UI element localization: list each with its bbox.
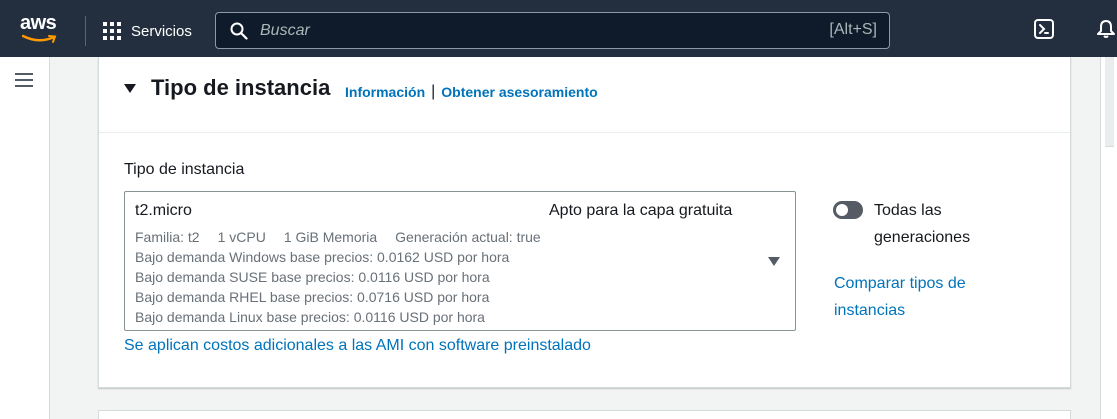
collapse-caret-icon[interactable]	[124, 84, 136, 93]
ami-additional-costs-link[interactable]: Se aplican costos adicionales a las AMI …	[124, 337, 591, 355]
panel-title: Tipo de instancia	[151, 75, 331, 100]
instance-memory: 1 GiB Memoria	[283, 229, 378, 245]
services-menu-button[interactable]: Servicios	[103, 20, 192, 42]
link-separator: |	[431, 83, 436, 100]
header-links: Información | Obtener asesoramiento	[345, 83, 598, 101]
search-shortcut-hint: [Alt+S]	[829, 21, 877, 38]
search-icon	[230, 22, 248, 40]
services-label: Servicios	[131, 22, 192, 40]
side-navigation-strip	[0, 57, 50, 419]
nav-divider	[85, 16, 86, 46]
free-tier-tag: Apto para la capa gratuita	[549, 202, 733, 219]
instance-family: Familia: t2	[135, 229, 200, 245]
all-generations-toggle[interactable]	[833, 201, 863, 219]
search-input[interactable]	[260, 19, 800, 43]
panel-header: Tipo de instancia Información | Obtener …	[99, 57, 1070, 133]
pricing-windows: Bajo demanda Windows base precios: 0.016…	[135, 249, 510, 265]
search-bar[interactable]: [Alt+S]	[215, 12, 890, 49]
pricing-suse: Bajo demanda SUSE base precios: 0.0116 U…	[135, 269, 490, 285]
aws-logo-text: aws	[20, 12, 57, 34]
instance-vcpu: 1 vCPU	[217, 229, 266, 245]
right-panel-strip	[1100, 57, 1117, 419]
instance-specs: Familia: t2 1 vCPU 1 GiB Memoria Generación…	[135, 227, 559, 247]
info-link[interactable]: Información	[345, 84, 425, 100]
instance-type-field-label: Tipo de instancia	[124, 161, 245, 178]
instance-type-panel: Tipo de instancia Información | Obtener …	[98, 57, 1071, 388]
instance-type-select[interactable]: t2.micro Apto para la capa gratuita Fami…	[124, 191, 796, 331]
right-panel-tab[interactable]	[1105, 57, 1114, 147]
cloudshell-icon[interactable]	[1033, 18, 1055, 40]
instance-generation: Generación actual: true	[395, 229, 541, 245]
next-panel	[98, 410, 1071, 419]
aws-logo[interactable]: aws	[20, 12, 62, 46]
toggle-knob	[836, 204, 848, 216]
dropdown-caret-icon	[768, 257, 780, 266]
grid-icon	[103, 22, 121, 40]
pricing-rhel: Bajo demanda RHEL base precios: 0.0716 U…	[135, 289, 490, 305]
instance-details: Familia: t2 1 vCPU 1 GiB Memoria Generación…	[135, 227, 559, 327]
all-generations-label: Todas las generaciones	[874, 202, 971, 246]
menu-icon[interactable]	[15, 73, 33, 87]
aws-smile-icon	[22, 34, 57, 43]
bell-icon[interactable]	[1095, 18, 1117, 40]
compare-instance-types-link[interactable]: Comparar tipos de instancias	[834, 270, 1004, 324]
selected-instance-name: t2.micro	[135, 202, 192, 219]
get-advice-link[interactable]: Obtener asesoramiento	[441, 84, 597, 100]
top-navigation: aws Servicios [Alt+S]	[0, 0, 1117, 57]
pricing-linux: Bajo demanda Linux base precios: 0.0116 …	[135, 309, 485, 325]
